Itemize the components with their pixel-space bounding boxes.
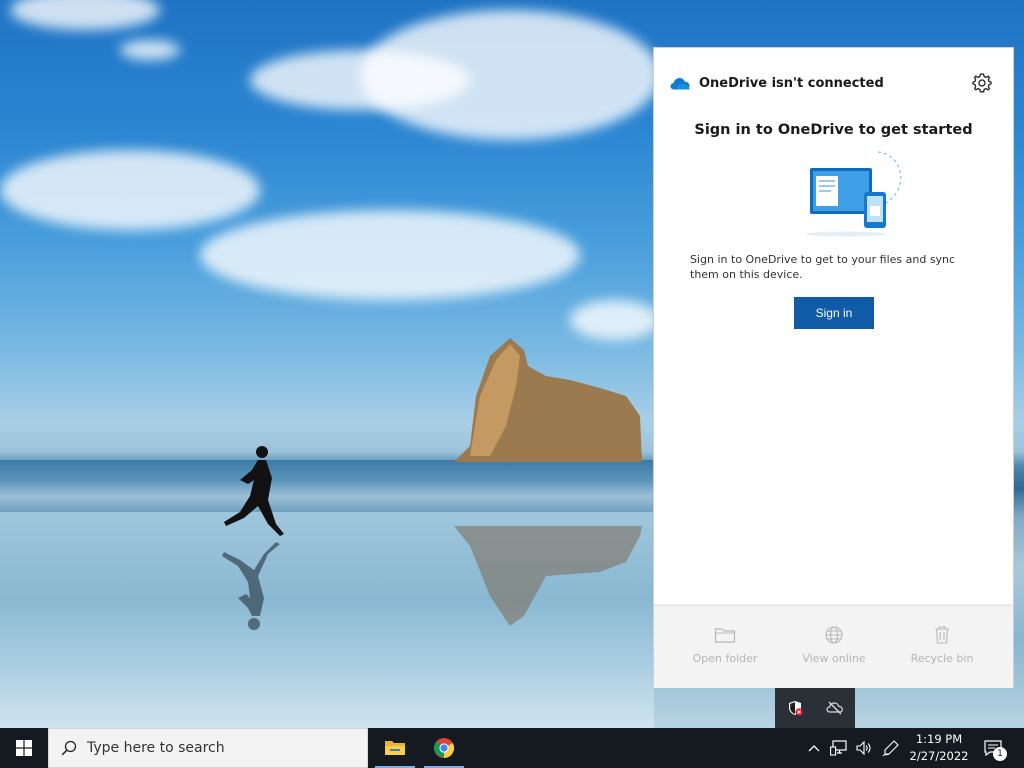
recycle-bin-label: Recycle bin xyxy=(910,652,974,665)
windows-logo-icon xyxy=(16,740,32,756)
pen-workspace-icon[interactable] xyxy=(880,728,902,768)
network-icon[interactable] xyxy=(828,728,850,768)
search-placeholder: Type here to search xyxy=(87,740,225,756)
cloud xyxy=(250,50,470,110)
view-online-button[interactable]: View online xyxy=(784,626,884,665)
start-button[interactable] xyxy=(0,728,48,768)
sea-rock xyxy=(454,338,642,626)
volume-icon[interactable] xyxy=(853,728,875,768)
open-folder-button[interactable]: Open folder xyxy=(675,626,775,665)
chrome-icon xyxy=(433,738,455,759)
system-clock[interactable]: 1:19 PM 2/27/2022 xyxy=(906,731,972,765)
cloud xyxy=(570,300,660,340)
file-explorer-icon xyxy=(385,741,405,755)
recycle-bin-icon xyxy=(935,626,949,644)
show-hidden-icons-chevron-up-icon[interactable] xyxy=(806,728,822,768)
cloud xyxy=(120,40,180,60)
recycle-bin-button[interactable]: Recycle bin xyxy=(892,626,992,665)
cloud xyxy=(200,210,580,300)
flyout-title: OneDrive isn't connected xyxy=(699,75,884,91)
flyout-header: OneDrive isn't connected xyxy=(670,72,884,94)
open-folder-label: Open folder xyxy=(692,652,758,665)
view-online-label: View online xyxy=(802,652,866,665)
tray-overflow-popup xyxy=(775,688,855,728)
onedrive-sync-illustration-icon xyxy=(806,151,902,237)
windows-security-icon[interactable] xyxy=(783,688,807,728)
taskbar: Type here to search 1:19 PM 2/27/2022 xyxy=(0,728,1024,768)
onedrive-flyout: OneDrive isn't connected Sign in to OneD… xyxy=(653,47,1014,688)
onedrive-cloud-icon xyxy=(670,77,690,89)
flyout-description: Sign in to OneDrive to get to your files… xyxy=(690,253,956,281)
folder-icon xyxy=(714,628,736,643)
cloud xyxy=(10,0,160,30)
search-icon xyxy=(61,740,77,756)
onedrive-offline-icon[interactable] xyxy=(823,688,847,728)
cloud xyxy=(0,150,260,230)
globe-icon xyxy=(825,626,843,644)
settings-gear-icon[interactable] xyxy=(970,71,994,95)
chrome-button[interactable] xyxy=(420,728,468,768)
flyout-footer: Open folder View online Recycle bin xyxy=(654,605,1013,688)
flyout-headline: Sign in to OneDrive to get started xyxy=(694,122,973,138)
clock-date: 2/27/2022 xyxy=(909,749,969,763)
clock-time: 1:19 PM xyxy=(915,732,963,746)
onedrive-flyout-body: OneDrive isn't connected Sign in to OneD… xyxy=(654,48,1013,604)
runner-silhouette xyxy=(222,446,284,630)
file-explorer-button[interactable] xyxy=(371,728,419,768)
taskbar-search-box[interactable]: Type here to search xyxy=(48,728,368,768)
notification-count-badge: 1 xyxy=(993,747,1007,761)
sign-in-button[interactable]: Sign in xyxy=(794,297,874,329)
